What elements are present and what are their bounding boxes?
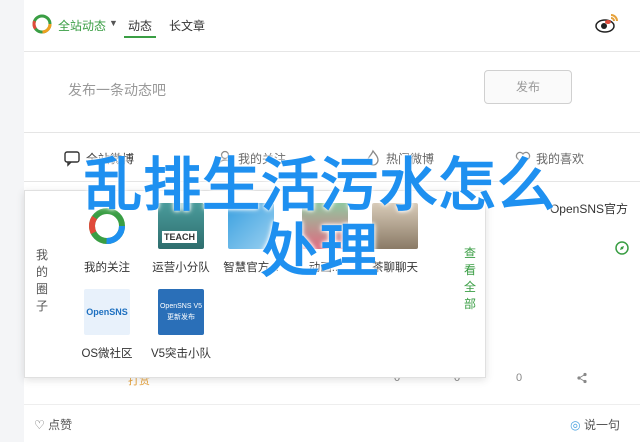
circle-item[interactable]: OpenSNS OS微社区 <box>67 289 147 361</box>
comment-button[interactable]: ◎ 说一句 <box>570 416 620 433</box>
composer: 发布一条动态吧 发布 <box>24 52 640 132</box>
top-nav: 全站动态 ▼ 动态 长文章 <box>24 0 640 52</box>
circle-label: OS微社区 <box>81 348 133 360</box>
headline-line-2: 处理 <box>260 217 379 285</box>
like-label: 点赞 <box>48 418 73 432</box>
headline-overlay: 乱排生活污水怎么 处理 <box>0 152 640 284</box>
post-input[interactable]: 发布一条动态吧 <box>68 80 166 100</box>
circle-label: V5突击小队 <box>150 348 212 360</box>
like-button[interactable]: ♡ 点赞 <box>34 416 72 433</box>
char: 子 <box>35 299 48 313</box>
char: 圈 <box>35 282 48 296</box>
thumb-text: OpenSNS <box>86 307 128 317</box>
headline-line-1: 乱排生活污水怎么 <box>83 151 556 219</box>
thumb-text: 更新发布 <box>167 313 195 321</box>
publish-button[interactable]: 发布 <box>484 70 572 104</box>
site-scope-dropdown[interactable]: 全站动态 <box>58 17 106 34</box>
tab-dongtai[interactable]: 动态 <box>128 17 152 34</box>
tab-changwenzhang[interactable]: 长文章 <box>169 17 205 34</box>
char: 部 <box>463 297 476 311</box>
weibo-icon[interactable] <box>594 12 620 34</box>
circle-thumb: OpenSNS V5 更新发布 <box>158 289 204 335</box>
active-tab-indicator <box>124 36 156 38</box>
comment-icon: ◎ <box>570 418 581 432</box>
edit-count[interactable]: 0 <box>516 372 522 384</box>
site-logo-icon <box>32 14 52 34</box>
chevron-down-icon[interactable]: ▼ <box>109 18 118 28</box>
circle-item[interactable]: OpenSNS V5 更新发布 V5突击小队 <box>141 289 221 361</box>
circle-thumb: OpenSNS <box>84 289 130 335</box>
comment-label: 说一句 <box>583 418 620 432</box>
share-icon[interactable] <box>576 372 588 384</box>
bottom-bar: ♡ 点赞 ◎ 说一句 <box>24 404 640 442</box>
thumb-text: OpenSNS V5 <box>159 302 203 310</box>
page: 全站动态 ▼ 动态 长文章 发布一条动态吧 发布 全站微博 我的关注 热门微博 <box>0 0 640 442</box>
